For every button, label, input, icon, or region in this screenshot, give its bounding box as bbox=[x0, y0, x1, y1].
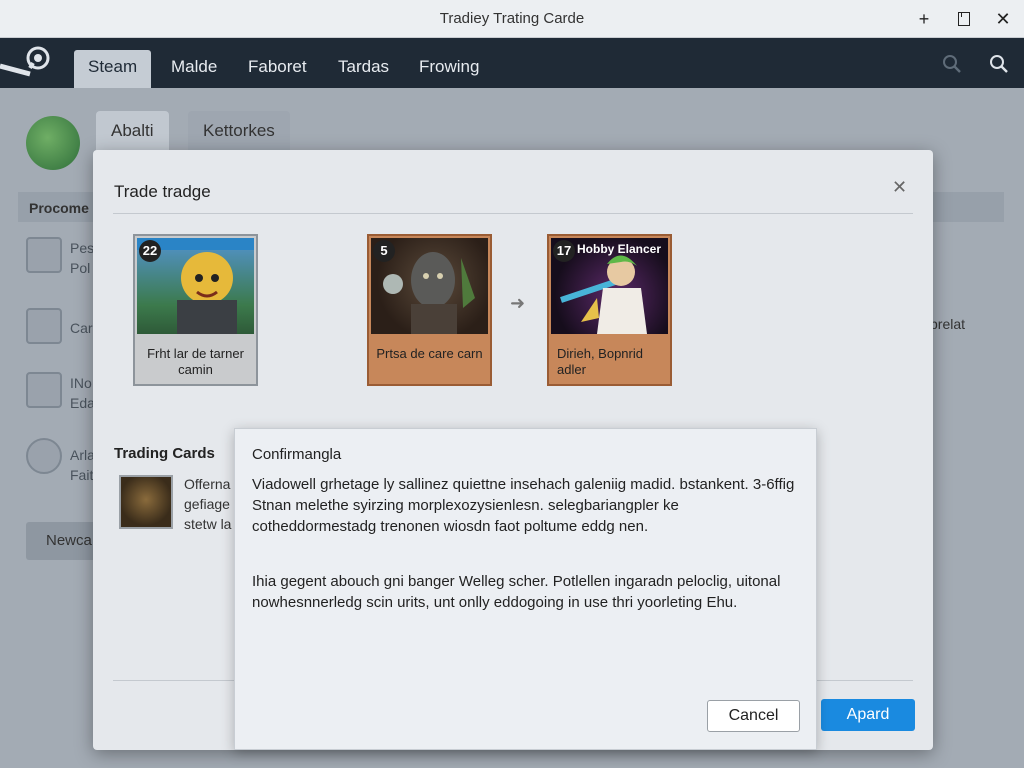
nav-tab-tardas[interactable]: Tardas bbox=[324, 50, 403, 88]
card-label: Frht lar de tarner camin bbox=[147, 346, 244, 377]
apply-button[interactable]: Apard bbox=[821, 699, 915, 731]
confirmation-dialog: Confirmangla Viadowell grhetage ly salli… bbox=[234, 428, 817, 750]
confirm-title: Confirmangla bbox=[252, 446, 342, 463]
confirm-message: Viadowell grhetage ly sallinez quiettne … bbox=[252, 476, 795, 535]
tool-icon bbox=[26, 237, 62, 273]
subtab-kettorkes[interactable]: Kettorkes bbox=[188, 111, 290, 151]
nav-tab-faboret[interactable]: Faboret bbox=[234, 50, 321, 88]
nav-tab-frowing[interactable]: Frowing bbox=[405, 50, 493, 88]
wrench-icon bbox=[26, 308, 62, 344]
close-window-icon[interactable]: ✕ bbox=[990, 6, 1016, 32]
card-label: Dirieh, Bopnrid adler bbox=[557, 346, 643, 377]
title-bar: Tradiey Trating Carde + ✕ bbox=[0, 0, 1024, 38]
search-icon[interactable] bbox=[988, 53, 1010, 75]
dialog-title: Trade tradge bbox=[114, 182, 211, 201]
search-dim-icon[interactable] bbox=[941, 53, 963, 75]
background-right-text: prelat bbox=[930, 316, 966, 332]
main-nav: Steam Malde Faboret Tardas Frowing bbox=[0, 38, 1024, 88]
subtab-abalti[interactable]: Abalti bbox=[96, 111, 169, 151]
card-number: 22 bbox=[139, 240, 161, 262]
side-item-text: INo Eda bbox=[70, 375, 95, 411]
confirm-message-secondary: Ihia gegent abouch gni banger Welleg sch… bbox=[252, 573, 781, 611]
card-name: Hobby Elancer bbox=[577, 242, 662, 256]
divider bbox=[113, 213, 913, 214]
trading-card[interactable]: 17 Hobby Elancer Dirieh, Bopnrid adler bbox=[547, 234, 672, 386]
card-number: 5 bbox=[373, 240, 395, 262]
card-number: 17 bbox=[553, 240, 575, 262]
globe-icon bbox=[26, 116, 80, 170]
side-item-text: Pes Pol bbox=[70, 240, 95, 276]
grid-icon bbox=[26, 372, 62, 408]
item-description: Offerna gefiage stetw la bbox=[184, 476, 232, 532]
nav-tab-malde[interactable]: Malde bbox=[157, 50, 231, 88]
add-icon[interactable]: + bbox=[911, 6, 937, 32]
arrow-right-icon: ➜ bbox=[510, 293, 526, 313]
card-label: Prtsa de care carn bbox=[376, 346, 483, 361]
cancel-button[interactable]: Cancel bbox=[707, 700, 800, 732]
nav-tab-steam[interactable]: Steam bbox=[74, 50, 152, 88]
steam-small-icon bbox=[26, 438, 62, 474]
trading-card[interactable]: 22 Frht lar de tarner camin bbox=[133, 234, 258, 386]
steam-logo-icon[interactable] bbox=[0, 44, 54, 82]
trading-card[interactable]: 5 Prtsa de care carn bbox=[367, 234, 492, 386]
restore-icon[interactable] bbox=[951, 6, 977, 32]
close-icon[interactable]: ✕ bbox=[892, 177, 907, 198]
window-title: Tradiey Trating Carde bbox=[439, 10, 585, 27]
background-section-label: Procome bbox=[29, 200, 89, 216]
side-item-text: Car bbox=[70, 320, 93, 336]
section-title: Trading Cards bbox=[114, 445, 215, 462]
card-thumbnail[interactable] bbox=[119, 475, 173, 529]
